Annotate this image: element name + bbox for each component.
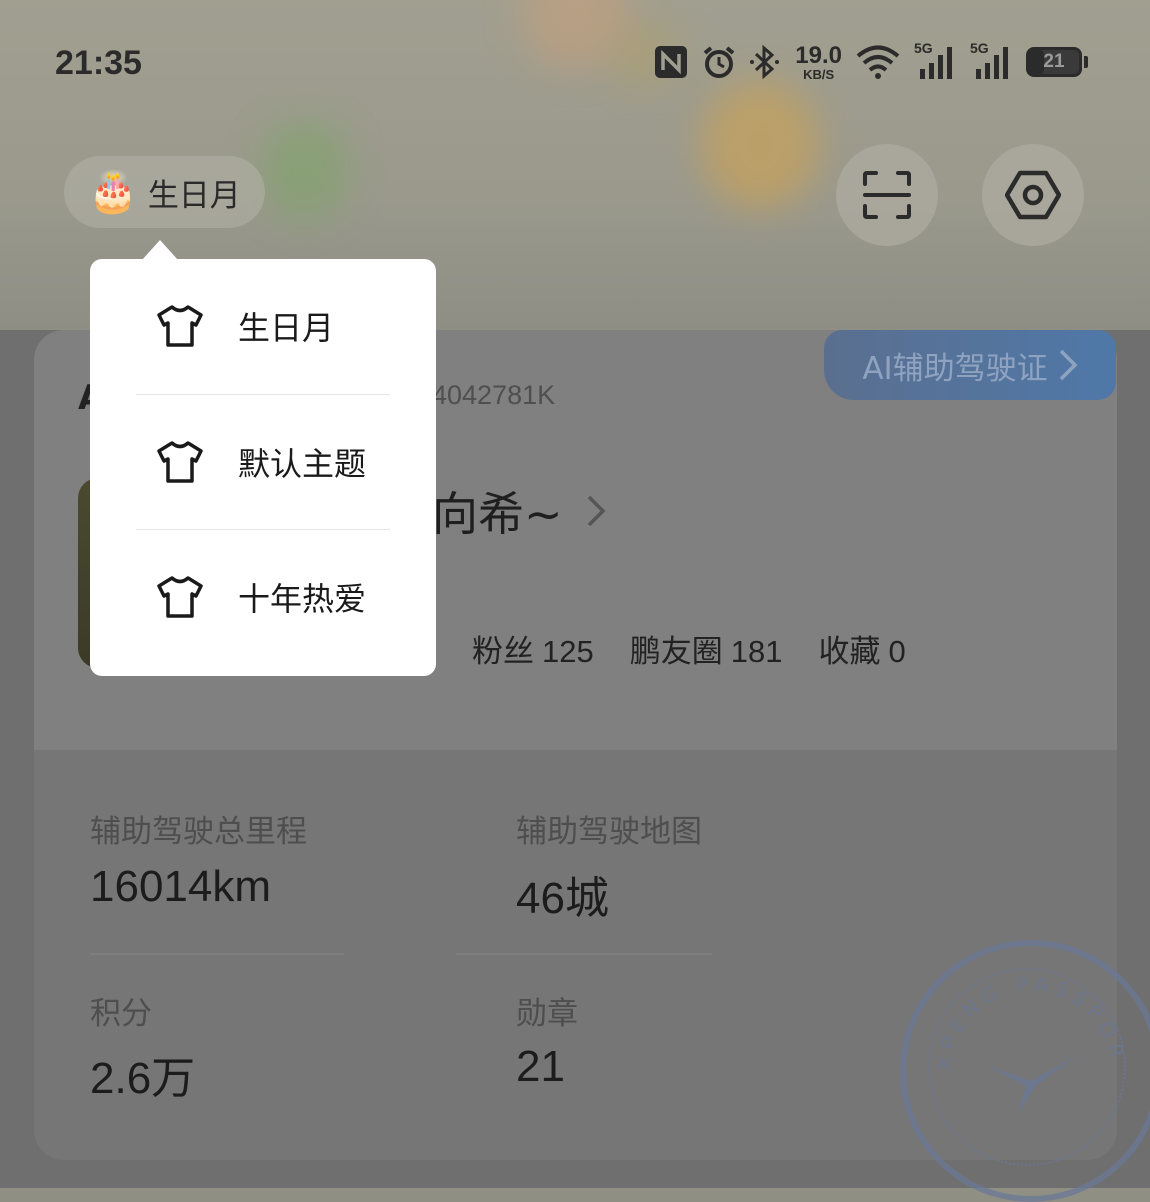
network-speed: 19.0 KB/S	[795, 41, 842, 82]
xpeng-logo-icon: XPENG PASSPORT	[906, 946, 1130, 1116]
tshirt-icon	[157, 441, 203, 483]
status-time: 21:35	[55, 44, 142, 82]
menu-pointer	[142, 240, 178, 260]
user-nickname[interactable]: 向希~	[432, 478, 607, 544]
metric-value: 2.6万	[90, 1054, 196, 1103]
metric-label: 辅助驾驶总里程	[90, 814, 307, 850]
status-icons: 19.0 KB/S 5G 5G 21	[653, 40, 1088, 84]
sim2-label: 5G	[970, 40, 989, 56]
sim1-label: 5G	[914, 40, 933, 56]
signal-icon: 5G	[970, 40, 1014, 84]
net-speed-value: 19.0	[795, 41, 842, 69]
divider	[456, 953, 712, 955]
cake-icon: 🎂	[88, 169, 138, 215]
theme-menu-item-default[interactable]: 默认主题	[90, 395, 436, 529]
net-speed-unit: KB/S	[803, 66, 835, 82]
nfc-icon	[653, 40, 689, 84]
bluetooth-icon	[749, 40, 783, 84]
theme-menu: 生日月 默认主题 十年热爱	[90, 259, 436, 676]
status-bar: 21:35 19.0 KB/S 5G 5G 21	[0, 30, 1150, 100]
nickname-text: 向希~	[432, 487, 563, 541]
ai-driving-license-button[interactable]: AI辅助驾驶证	[824, 330, 1116, 400]
metric-label: 勋章	[516, 996, 578, 1032]
scan-button[interactable]	[836, 144, 938, 246]
chevron-right-icon	[1059, 349, 1078, 381]
svg-text:XPENG PASSPORT: XPENG PASSPORT	[906, 946, 1130, 1072]
metric-value: 21	[516, 1042, 565, 1091]
metric-value: 46城	[516, 874, 609, 923]
stat-followers[interactable]: 粉丝 125	[472, 626, 594, 671]
tshirt-icon	[157, 305, 203, 347]
ai-driving-license-label: AI辅助驾驶证	[862, 350, 1048, 387]
metric-label: 辅助驾驶地图	[516, 814, 702, 850]
theme-selector-button[interactable]: 🎂 生日月	[64, 156, 265, 228]
settings-button[interactable]	[982, 144, 1084, 246]
menu-item-label: 十年热爱	[238, 580, 367, 618]
stat-friend-circle[interactable]: 鹏友圈 181	[630, 626, 783, 671]
metric-label: 积分	[90, 996, 152, 1032]
divider	[90, 953, 344, 955]
wifi-icon	[854, 40, 902, 84]
stat-favorites[interactable]: 收藏 0	[818, 626, 905, 671]
user-id: 4042781K	[432, 380, 556, 410]
menu-item-label: 生日月	[238, 309, 335, 347]
chevron-right-icon	[587, 495, 606, 527]
theme-menu-item-birthday[interactable]: 生日月	[90, 259, 436, 393]
alarm-icon	[701, 40, 737, 84]
metric-value: 16014km	[90, 862, 272, 911]
theme-selector-label: 生日月	[147, 177, 241, 214]
stamp-text: XPENG PASSPORT	[906, 946, 1124, 1072]
signal-icon: 5G	[914, 40, 958, 84]
passport-stamp: XPENG PASSPORT	[900, 940, 1150, 1202]
social-stats: 粉丝 125 鹏友圈 181 收藏 0	[472, 626, 906, 671]
battery-level: 21	[1043, 51, 1065, 72]
scan-icon	[863, 171, 911, 219]
battery-icon: 21	[1026, 40, 1088, 84]
settings-icon	[1005, 170, 1061, 220]
menu-item-label: 默认主题	[238, 445, 367, 483]
balloon-decoration	[260, 120, 350, 220]
tshirt-icon	[157, 576, 203, 618]
theme-menu-item-ten-years[interactable]: 十年热爱	[90, 530, 436, 664]
